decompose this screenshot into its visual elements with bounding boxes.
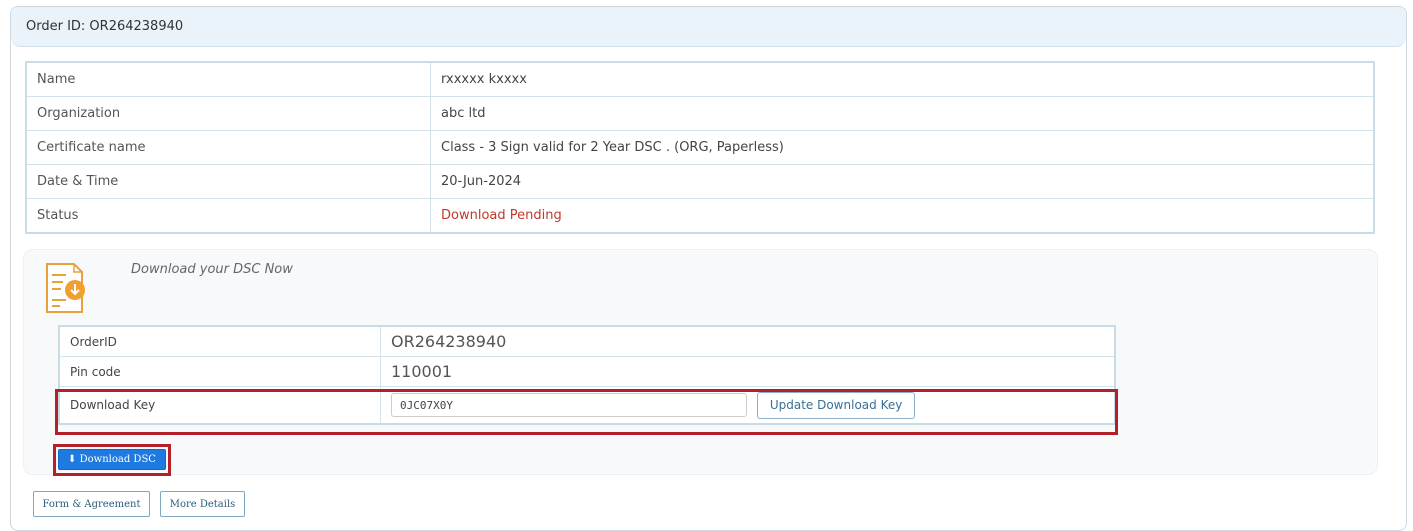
name-value: rxxxxx kxxxx	[430, 61, 1375, 97]
download-heading: Download your DSC Now	[131, 262, 293, 277]
table-row: Organization abc ltd	[25, 96, 1375, 131]
table-row: Status Download Pending	[25, 198, 1375, 234]
name-label: Name	[25, 61, 431, 97]
status-label: Status	[25, 198, 431, 234]
order-id-value: OR264238940	[380, 325, 1116, 357]
certificate-name-value: Class - 3 Sign valid for 2 Year DSC . (O…	[430, 130, 1375, 165]
download-key-label: Download Key	[58, 386, 381, 425]
download-dsc-button[interactable]: ⬇ Download DSC	[58, 449, 166, 470]
pin-code-value: 110001	[380, 356, 1116, 387]
date-time-value: 20-Jun-2024	[430, 164, 1375, 199]
download-dsc-label: Download DSC	[79, 454, 156, 465]
certificate-name-label: Certificate name	[25, 130, 431, 165]
order-id-header: Order ID: OR264238940	[11, 7, 1406, 47]
more-details-button[interactable]: More Details	[160, 491, 245, 517]
order-details-table: Name rxxxxx kxxxx Organization abc ltd C…	[25, 61, 1375, 234]
download-arrow-icon: ⬇	[68, 454, 77, 465]
update-download-key-button[interactable]: Update Download Key	[756, 391, 916, 419]
organization-value: abc ltd	[430, 96, 1375, 131]
form-agreement-button[interactable]: Form & Agreement	[33, 491, 150, 517]
table-row: OrderID OR264238940	[58, 325, 1116, 357]
date-time-label: Date & Time	[25, 164, 431, 199]
table-row: Date & Time 20-Jun-2024	[25, 164, 1375, 199]
organization-label: Organization	[25, 96, 431, 131]
download-key-input[interactable]	[391, 393, 747, 417]
table-row: Certificate name Class - 3 Sign valid fo…	[25, 130, 1375, 165]
download-key-table: OrderID OR264238940 Pin code 110001 Down…	[58, 325, 1116, 425]
download-key-cell: Update Download Key	[380, 386, 1116, 425]
status-badge: Download Pending	[430, 198, 1375, 234]
pin-code-label: Pin code	[58, 356, 381, 387]
table-row: Name rxxxxx kxxxx	[25, 61, 1375, 97]
order-id-label: OrderID	[58, 325, 381, 357]
table-row: Download Key Update Download Key	[58, 386, 1116, 425]
table-row: Pin code 110001	[58, 356, 1116, 387]
document-download-icon	[46, 263, 85, 313]
